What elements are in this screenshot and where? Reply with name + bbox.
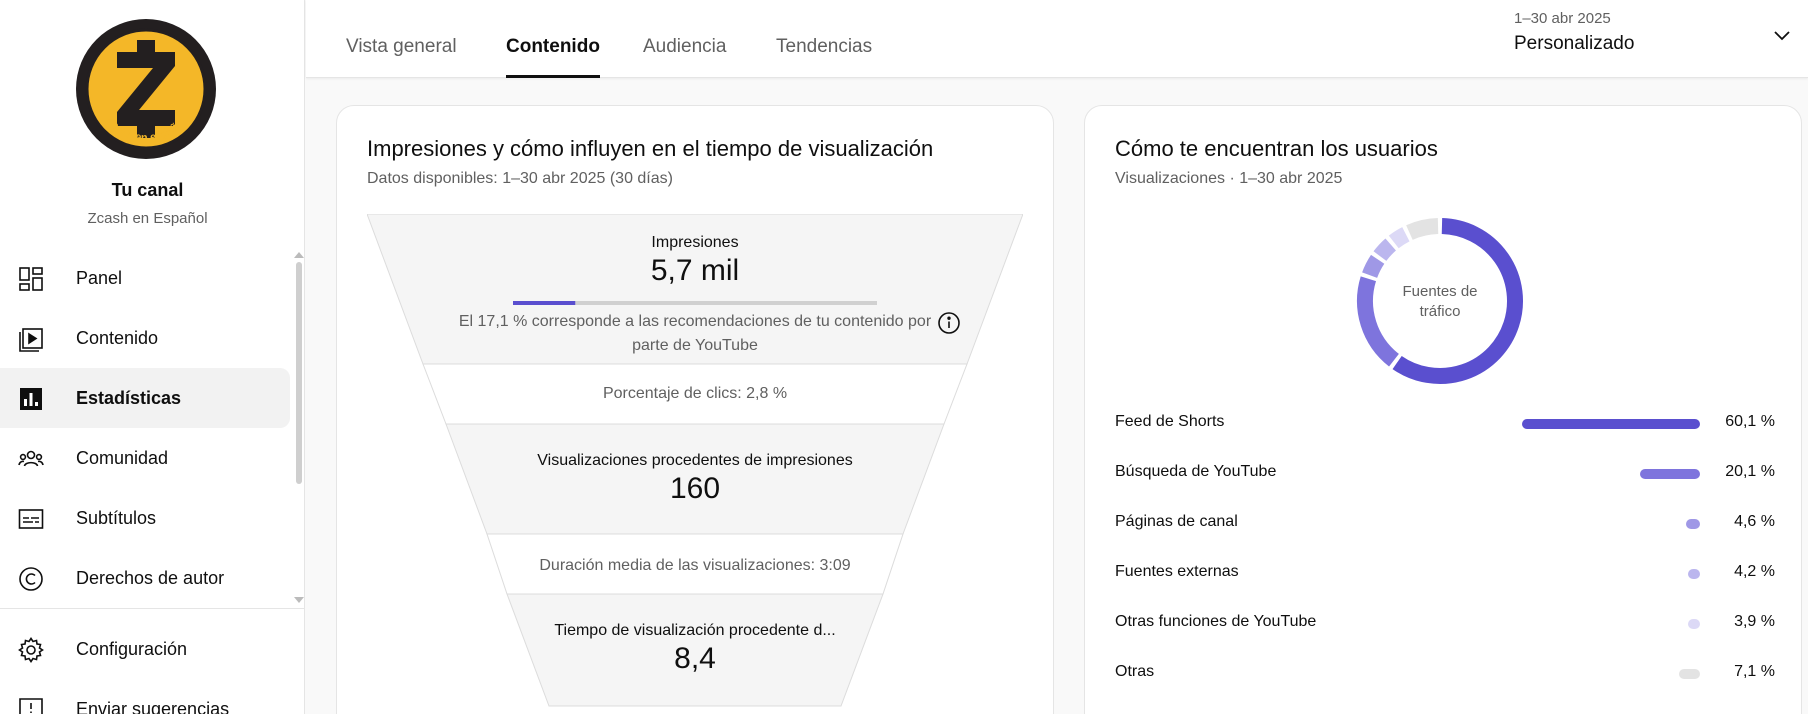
traffic-source-name: Páginas de canal (1115, 513, 1238, 530)
traffic-source-percent: 60,1 % (1725, 413, 1775, 430)
sidebar-item-content[interactable]: Contenido (0, 308, 295, 368)
impressions-funnel: Impresiones 5,7 mil El 17,1 % correspond… (367, 214, 1023, 714)
traffic-source-name: Búsqueda de YouTube (1115, 463, 1277, 480)
card-subtitle: Visualizaciones · 1–30 abr 2025 (1115, 170, 1343, 187)
traffic-source-name: Otras (1115, 663, 1155, 680)
ctr-text: Porcentaje de clics: 2,8 % (602, 385, 788, 402)
traffic-source-percent: 7,1 % (1734, 663, 1775, 680)
traffic-sources-card: Cómo te encuentran los usuarios Visualiz… (1084, 105, 1802, 714)
sidebar-item-community[interactable]: Comunidad (0, 428, 295, 488)
sidebar-item-feedback[interactable]: Enviar sugerencias (0, 679, 295, 714)
channel-avatar[interactable]: Zcash en español (75, 18, 217, 160)
sidebar-item-label: Estadísticas (76, 387, 182, 408)
sidebar-item-label: Contenido (76, 327, 159, 348)
content-icon (19, 328, 43, 352)
channel-title: Tu canal (111, 180, 184, 200)
donut-slice[interactable] (1388, 227, 1410, 249)
impressions-progress-fill (513, 301, 576, 305)
traffic-source-row[interactable]: Búsqueda de YouTube 20,1 % (1115, 459, 1775, 489)
scroll-up-arrow[interactable] (294, 252, 304, 258)
impressions-value: 5,7 mil (650, 254, 740, 287)
views-value: 160 (669, 472, 721, 505)
sidebar-bottom-nav: Configuración Enviar sugerencias (0, 619, 295, 714)
sidebar-item-analytics[interactable]: Estadísticas (0, 368, 290, 428)
tab-overview[interactable]: Vista general (346, 36, 457, 78)
date-range-text[interactable]: 1–30 abr 2025 (1514, 10, 1611, 27)
traffic-source-bar (1678, 669, 1700, 679)
traffic-source-row[interactable]: Páginas de canal 4,6 % (1115, 509, 1775, 539)
feedback-icon (19, 698, 43, 714)
traffic-source-bar (1688, 619, 1700, 629)
gear-icon (18, 637, 44, 663)
traffic-source-row[interactable]: Otras 7,1 % (1115, 659, 1775, 689)
copyright-icon (19, 567, 43, 591)
traffic-source-row[interactable]: Feed de Shorts 60,1 % (1115, 409, 1775, 439)
traffic-source-percent: 3,9 % (1734, 613, 1775, 630)
subtitles-icon (18, 509, 44, 529)
traffic-source-percent: 4,2 % (1734, 563, 1775, 580)
traffic-source-bar (1687, 569, 1700, 579)
sidebar-nav: Panel Contenido Estadísticas Comunidad S… (0, 248, 295, 608)
sidebar-item-label: Comunidad (76, 447, 169, 468)
top-tabs-bar: Vista general Contenido Audiencia Tenden… (306, 0, 1808, 78)
sidebar-scrollbar[interactable] (296, 262, 302, 484)
traffic-source-bar (1640, 469, 1700, 479)
tab-trends[interactable]: Tendencias (776, 36, 872, 78)
watch-time-value: 8,4 (674, 642, 716, 675)
sidebar-item-panel[interactable]: Panel (0, 248, 295, 308)
impressions-label: Impresiones (651, 234, 739, 251)
donut-slice[interactable] (1373, 238, 1397, 262)
traffic-source-bar (1686, 519, 1700, 529)
impressions-note: parte de YouTube (632, 337, 758, 354)
card-title: Impresiones y cómo influyen en el tiempo… (367, 136, 934, 161)
sidebar-item-subtitles[interactable]: Subtítulos (0, 488, 295, 548)
sidebar-item-label: Enviar sugerencias (76, 698, 230, 714)
traffic-source-name: Fuentes externas (1115, 563, 1239, 580)
dashboard-icon (19, 267, 43, 291)
impressions-card: Impresiones y cómo influyen en el tiempo… (336, 105, 1054, 714)
sidebar-item-settings[interactable]: Configuración (0, 619, 295, 679)
channel-name: Zcash en Español (87, 210, 208, 227)
sidebar-item-label: Subtítulos (76, 507, 157, 528)
donut-slice[interactable] (1362, 254, 1385, 279)
chevron-down-icon[interactable] (1771, 24, 1793, 46)
traffic-source-percent: 20,1 % (1725, 463, 1775, 480)
donut-center-label: Fuentes de tráfico (1350, 282, 1530, 322)
watch-time-label: Tiempo de visualización procedente d... (554, 622, 836, 639)
impressions-note: El 17,1 % corresponde a las recomendacio… (458, 313, 932, 330)
avg-duration-text: Duración media de las visualizaciones: 3… (539, 557, 851, 574)
sidebar-item-label: Derechos de autor (76, 567, 225, 588)
traffic-source-row[interactable]: Otras funciones de YouTube 3,9 % (1115, 609, 1775, 639)
info-icon[interactable] (937, 311, 961, 335)
sidebar: Zcash en español Tu canal Zcash en Españ… (0, 0, 305, 714)
donut-label-line: tráfico (1419, 303, 1461, 320)
date-range-selector[interactable]: Personalizado (1514, 33, 1634, 55)
traffic-source-row[interactable]: Fuentes externas 4,2 % (1115, 559, 1775, 589)
tab-audience[interactable]: Audiencia (643, 36, 726, 78)
scroll-down-arrow[interactable] (294, 597, 304, 603)
traffic-source-percent: 4,6 % (1734, 513, 1775, 530)
sidebar-item-label: Panel (76, 267, 123, 288)
views-label: Visualizaciones procedentes de impresion… (537, 452, 853, 469)
traffic-source-bar (1522, 419, 1700, 429)
donut-label-line: Fuentes de (1402, 283, 1478, 300)
community-icon (18, 450, 44, 467)
traffic-source-name: Otras funciones de YouTube (1115, 613, 1317, 630)
donut-slice[interactable] (1406, 218, 1439, 240)
divider (0, 608, 304, 609)
sidebar-item-label: Configuración (76, 638, 188, 659)
sidebar-item-copyright[interactable]: Derechos de autor (0, 548, 295, 608)
card-title: Cómo te encuentran los usuarios (1115, 136, 1438, 161)
tab-content[interactable]: Contenido (506, 36, 600, 78)
card-subtitle: Datos disponibles: 1–30 abr 2025 (30 día… (367, 170, 673, 187)
analytics-icon (20, 388, 42, 410)
traffic-source-name: Feed de Shorts (1115, 413, 1225, 430)
